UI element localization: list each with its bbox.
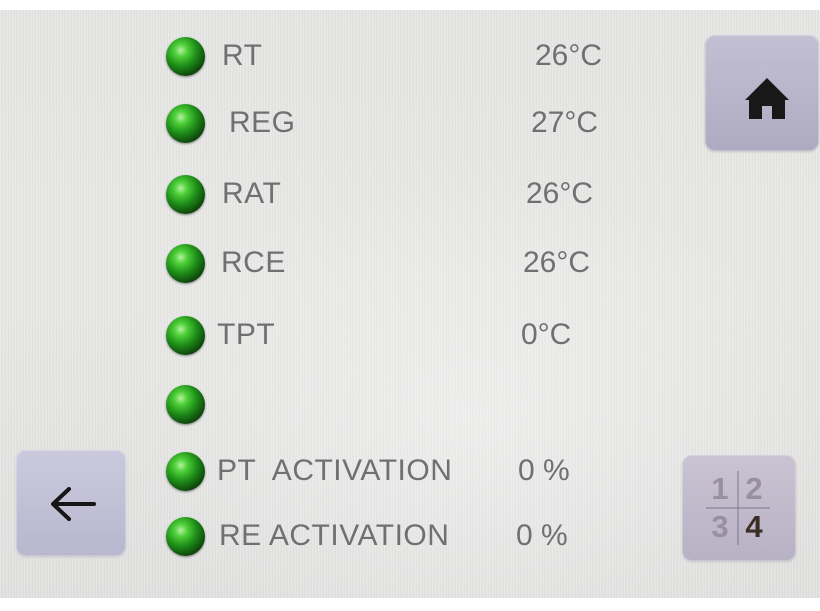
status-led-icon <box>166 452 205 491</box>
status-led-icon <box>166 175 205 214</box>
sensor-label: REG <box>229 106 296 139</box>
touch-screen: RT 26°C REG 27°C RAT 26°C RCE 26°C TPT 0… <box>0 0 820 611</box>
sensor-row-re-activation: RE ACTIVATION 0 % <box>160 514 630 560</box>
sensor-row-rt: RT 26°C <box>160 34 630 80</box>
arrow-left-icon <box>51 487 96 521</box>
sensor-label: PT ACTIVATION <box>217 454 453 487</box>
sensor-value: 0°C <box>521 318 572 351</box>
sensor-row-tpt: TPT 0°C <box>160 313 630 359</box>
status-led-icon <box>166 385 205 424</box>
page-number-3: 3 <box>711 509 729 544</box>
sensor-label: RAT <box>222 177 282 210</box>
status-led-icon <box>166 244 205 283</box>
back-button[interactable] <box>16 450 126 556</box>
sensor-label: RE ACTIVATION <box>219 519 450 552</box>
status-led-icon <box>166 517 205 556</box>
status-led-icon <box>166 37 205 76</box>
sensor-label: RT <box>222 39 263 72</box>
sensor-row-rat: RAT 26°C <box>160 172 630 218</box>
sensor-label: RCE <box>221 246 286 279</box>
sensor-value: 26°C <box>526 177 594 210</box>
sensor-row-pt-activation: PT ACTIVATION 0 % <box>160 449 630 495</box>
page-indicator: 1 2 3 4 <box>706 471 770 545</box>
sensor-label: TPT <box>217 318 276 351</box>
status-led-icon <box>166 316 205 355</box>
page-number-4-current: 4 <box>745 509 763 544</box>
sensor-value: 26°C <box>535 39 603 72</box>
page-number-2: 2 <box>745 471 763 506</box>
sensor-value: 0 % <box>516 519 568 552</box>
sensor-row-reg: REG 27°C <box>160 101 630 147</box>
home-icon <box>745 78 789 119</box>
sensor-row-empty <box>160 382 630 428</box>
sensor-row-rce: RCE 26°C <box>160 241 630 287</box>
sensor-value: 0 % <box>518 454 570 487</box>
sensor-value: 26°C <box>523 246 591 279</box>
page-selector-button[interactable]: 1 2 3 4 <box>682 455 796 561</box>
home-button[interactable] <box>705 35 819 151</box>
sensor-value: 27°C <box>531 106 599 139</box>
bottom-border <box>0 598 820 611</box>
status-led-icon <box>166 104 205 143</box>
top-border <box>0 0 820 10</box>
page-number-1: 1 <box>711 471 729 506</box>
